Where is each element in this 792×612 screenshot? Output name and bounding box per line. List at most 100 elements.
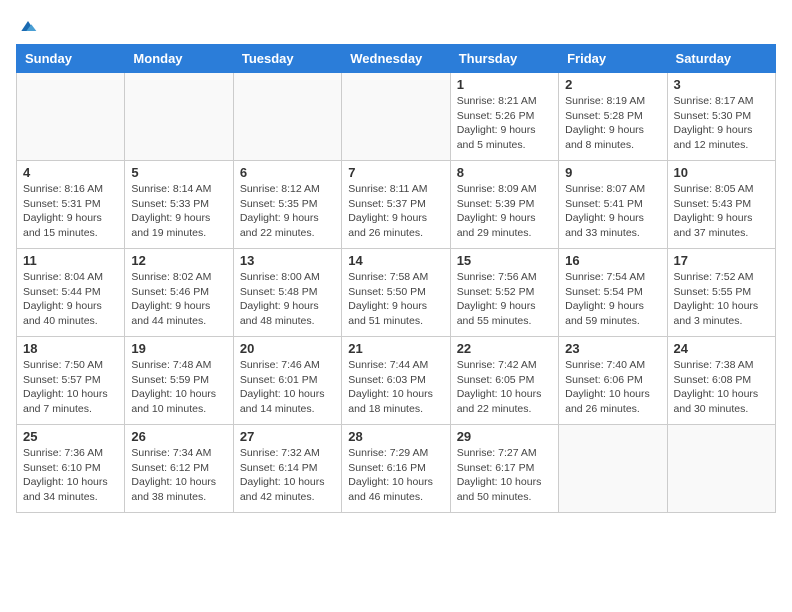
day-number: 15	[457, 253, 552, 268]
calendar-cell: 10 Sunrise: 8:05 AM Sunset: 5:43 PM Dayli…	[667, 161, 775, 249]
calendar-cell: 12 Sunrise: 8:02 AM Sunset: 5:46 PM Dayli…	[125, 249, 233, 337]
day-number: 2	[565, 77, 660, 92]
day-info: Sunrise: 7:54 AM Sunset: 5:54 PM Dayligh…	[565, 270, 660, 329]
calendar-cell: 21 Sunrise: 7:44 AM Sunset: 6:03 PM Dayli…	[342, 337, 450, 425]
day-info: Sunrise: 7:38 AM Sunset: 6:08 PM Dayligh…	[674, 358, 769, 417]
day-info: Sunrise: 8:00 AM Sunset: 5:48 PM Dayligh…	[240, 270, 335, 329]
day-info: Sunrise: 7:46 AM Sunset: 6:01 PM Dayligh…	[240, 358, 335, 417]
calendar-cell: 24 Sunrise: 7:38 AM Sunset: 6:08 PM Dayli…	[667, 337, 775, 425]
day-info: Sunrise: 7:29 AM Sunset: 6:16 PM Dayligh…	[348, 446, 443, 505]
weekday-header-wednesday: Wednesday	[342, 45, 450, 73]
day-info: Sunrise: 7:56 AM Sunset: 5:52 PM Dayligh…	[457, 270, 552, 329]
weekday-header-sunday: Sunday	[17, 45, 125, 73]
calendar-cell: 3 Sunrise: 8:17 AM Sunset: 5:30 PM Daylig…	[667, 73, 775, 161]
day-number: 22	[457, 341, 552, 356]
calendar-cell	[667, 425, 775, 513]
calendar-week-1: 1Sunrise: 8:21 AM Sunset: 5:26 PM Daylig…	[17, 73, 776, 161]
day-number: 25	[23, 429, 118, 444]
day-info: Sunrise: 8:11 AM Sunset: 5:37 PM Dayligh…	[348, 182, 443, 241]
day-info: Sunrise: 7:34 AM Sunset: 6:12 PM Dayligh…	[131, 446, 226, 505]
day-info: Sunrise: 8:19 AM Sunset: 5:28 PM Dayligh…	[565, 94, 660, 153]
calendar-cell: 27 Sunrise: 7:32 AM Sunset: 6:14 PM Dayli…	[233, 425, 341, 513]
header	[16, 16, 776, 36]
day-info: Sunrise: 8:05 AM Sunset: 5:43 PM Dayligh…	[674, 182, 769, 241]
calendar-cell	[17, 73, 125, 161]
day-number: 17	[674, 253, 769, 268]
calendar-cell: 13 Sunrise: 8:00 AM Sunset: 5:48 PM Dayli…	[233, 249, 341, 337]
day-number: 9	[565, 165, 660, 180]
day-number: 23	[565, 341, 660, 356]
day-info: Sunrise: 7:32 AM Sunset: 6:14 PM Dayligh…	[240, 446, 335, 505]
calendar-cell: 25 Sunrise: 7:36 AM Sunset: 6:10 PM Dayli…	[17, 425, 125, 513]
day-info: Sunrise: 7:52 AM Sunset: 5:55 PM Dayligh…	[674, 270, 769, 329]
day-number: 14	[348, 253, 443, 268]
day-info: Sunrise: 8:16 AM Sunset: 5:31 PM Dayligh…	[23, 182, 118, 241]
day-number: 10	[674, 165, 769, 180]
day-info: Sunrise: 7:50 AM Sunset: 5:57 PM Dayligh…	[23, 358, 118, 417]
day-number: 13	[240, 253, 335, 268]
day-number: 26	[131, 429, 226, 444]
calendar-cell: 22 Sunrise: 7:42 AM Sunset: 6:05 PM Dayli…	[450, 337, 558, 425]
day-number: 5	[131, 165, 226, 180]
day-number: 21	[348, 341, 443, 356]
day-info: Sunrise: 7:36 AM Sunset: 6:10 PM Dayligh…	[23, 446, 118, 505]
calendar-cell: 16 Sunrise: 7:54 AM Sunset: 5:54 PM Dayli…	[559, 249, 667, 337]
day-number: 6	[240, 165, 335, 180]
day-number: 8	[457, 165, 552, 180]
calendar-cell: 29 Sunrise: 7:27 AM Sunset: 6:17 PM Dayli…	[450, 425, 558, 513]
day-number: 27	[240, 429, 335, 444]
day-info: Sunrise: 8:17 AM Sunset: 5:30 PM Dayligh…	[674, 94, 769, 153]
calendar-cell	[233, 73, 341, 161]
weekday-header-friday: Friday	[559, 45, 667, 73]
day-info: Sunrise: 7:44 AM Sunset: 6:03 PM Dayligh…	[348, 358, 443, 417]
day-number: 20	[240, 341, 335, 356]
calendar-week-2: 4 Sunrise: 8:16 AM Sunset: 5:31 PM Daylig…	[17, 161, 776, 249]
calendar-header-row: SundayMondayTuesdayWednesdayThursdayFrid…	[17, 45, 776, 73]
day-number: 12	[131, 253, 226, 268]
weekday-header-saturday: Saturday	[667, 45, 775, 73]
day-number: 7	[348, 165, 443, 180]
day-info: Sunrise: 7:27 AM Sunset: 6:17 PM Dayligh…	[457, 446, 552, 505]
day-info: Sunrise: 8:04 AM Sunset: 5:44 PM Dayligh…	[23, 270, 118, 329]
calendar-cell	[342, 73, 450, 161]
calendar-cell: 2 Sunrise: 8:19 AM Sunset: 5:28 PM Daylig…	[559, 73, 667, 161]
day-info: Sunrise: 8:14 AM Sunset: 5:33 PM Dayligh…	[131, 182, 226, 241]
calendar-cell: 20 Sunrise: 7:46 AM Sunset: 6:01 PM Dayli…	[233, 337, 341, 425]
calendar-cell: 8 Sunrise: 8:09 AM Sunset: 5:39 PM Daylig…	[450, 161, 558, 249]
day-number: 29	[457, 429, 552, 444]
calendar-cell: 9 Sunrise: 8:07 AM Sunset: 5:41 PM Daylig…	[559, 161, 667, 249]
calendar-week-3: 11 Sunrise: 8:04 AM Sunset: 5:44 PM Dayli…	[17, 249, 776, 337]
calendar-cell: 26 Sunrise: 7:34 AM Sunset: 6:12 PM Dayli…	[125, 425, 233, 513]
day-number: 3	[674, 77, 769, 92]
calendar-cell: 1Sunrise: 8:21 AM Sunset: 5:26 PM Daylig…	[450, 73, 558, 161]
day-info: Sunrise: 7:42 AM Sunset: 6:05 PM Dayligh…	[457, 358, 552, 417]
calendar-cell: 14 Sunrise: 7:58 AM Sunset: 5:50 PM Dayli…	[342, 249, 450, 337]
calendar-cell: 4 Sunrise: 8:16 AM Sunset: 5:31 PM Daylig…	[17, 161, 125, 249]
day-number: 18	[23, 341, 118, 356]
calendar-cell: 15 Sunrise: 7:56 AM Sunset: 5:52 PM Dayli…	[450, 249, 558, 337]
day-info: Sunrise: 8:07 AM Sunset: 5:41 PM Dayligh…	[565, 182, 660, 241]
calendar-cell: 6 Sunrise: 8:12 AM Sunset: 5:35 PM Daylig…	[233, 161, 341, 249]
day-info: Sunrise: 7:58 AM Sunset: 5:50 PM Dayligh…	[348, 270, 443, 329]
day-number: 24	[674, 341, 769, 356]
calendar-cell: 19Sunrise: 7:48 AM Sunset: 5:59 PM Dayli…	[125, 337, 233, 425]
calendar-cell: 5 Sunrise: 8:14 AM Sunset: 5:33 PM Daylig…	[125, 161, 233, 249]
calendar-cell: 23 Sunrise: 7:40 AM Sunset: 6:06 PM Dayli…	[559, 337, 667, 425]
calendar-week-4: 18 Sunrise: 7:50 AM Sunset: 5:57 PM Dayli…	[17, 337, 776, 425]
calendar-cell	[559, 425, 667, 513]
day-info: Sunrise: 7:48 AM Sunset: 5:59 PM Dayligh…	[131, 358, 226, 417]
weekday-header-thursday: Thursday	[450, 45, 558, 73]
day-info: Sunrise: 8:02 AM Sunset: 5:46 PM Dayligh…	[131, 270, 226, 329]
calendar-cell: 7 Sunrise: 8:11 AM Sunset: 5:37 PM Daylig…	[342, 161, 450, 249]
day-number: 4	[23, 165, 118, 180]
day-number: 11	[23, 253, 118, 268]
day-number: 1	[457, 77, 552, 92]
calendar-cell	[125, 73, 233, 161]
day-info: Sunrise: 7:40 AM Sunset: 6:06 PM Dayligh…	[565, 358, 660, 417]
logo	[16, 16, 38, 36]
calendar-cell: 11 Sunrise: 8:04 AM Sunset: 5:44 PM Dayli…	[17, 249, 125, 337]
day-number: 16	[565, 253, 660, 268]
calendar-cell: 28Sunrise: 7:29 AM Sunset: 6:16 PM Dayli…	[342, 425, 450, 513]
day-info: Sunrise: 8:12 AM Sunset: 5:35 PM Dayligh…	[240, 182, 335, 241]
day-info: Sunrise: 8:09 AM Sunset: 5:39 PM Dayligh…	[457, 182, 552, 241]
